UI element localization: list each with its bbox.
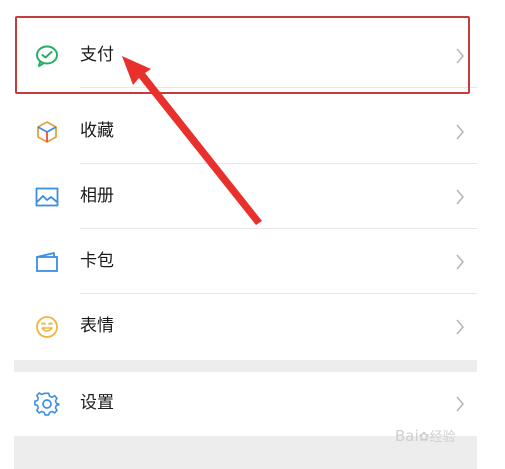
menu-label-settings: 设置 bbox=[80, 393, 114, 413]
chevron-right-icon bbox=[456, 319, 464, 335]
menu-label-album: 相册 bbox=[80, 186, 114, 206]
row-divider bbox=[80, 293, 477, 294]
row-divider bbox=[80, 163, 477, 164]
wechat-me-menu-screen: 支付 收藏 相册 卡包 表情 设置 Bai✿经验 bbox=[0, 0, 505, 469]
menu-row-album[interactable]: 相册 bbox=[14, 165, 477, 229]
row-divider bbox=[80, 228, 477, 229]
chevron-right-icon bbox=[456, 124, 464, 140]
chevron-right-icon bbox=[456, 189, 464, 205]
menu-row-stickers[interactable]: 表情 bbox=[14, 295, 477, 359]
settings-gear-icon bbox=[34, 392, 60, 416]
section-separator bbox=[14, 360, 477, 372]
chevron-right-icon bbox=[456, 396, 464, 412]
menu-label-favorites: 收藏 bbox=[80, 121, 114, 141]
card-wallet-icon bbox=[36, 252, 58, 272]
chevron-right-icon bbox=[456, 254, 464, 270]
menu-row-card-wallet[interactable]: 卡包 bbox=[14, 230, 477, 294]
menu-label-stickers: 表情 bbox=[80, 316, 114, 336]
highlight-box-pay bbox=[15, 16, 470, 94]
sticker-smiley-icon bbox=[36, 316, 58, 338]
watermark-brand: Bai bbox=[395, 427, 419, 445]
favorites-cube-icon bbox=[37, 121, 57, 143]
menu-label-card-wallet: 卡包 bbox=[80, 251, 114, 271]
watermark: Bai✿经验 bbox=[395, 426, 456, 445]
watermark-brand-suffix: 经验 bbox=[429, 430, 456, 445]
menu-row-favorites[interactable]: 收藏 bbox=[14, 100, 477, 164]
paw-icon: ✿ bbox=[418, 430, 430, 445]
album-image-icon bbox=[35, 187, 59, 207]
